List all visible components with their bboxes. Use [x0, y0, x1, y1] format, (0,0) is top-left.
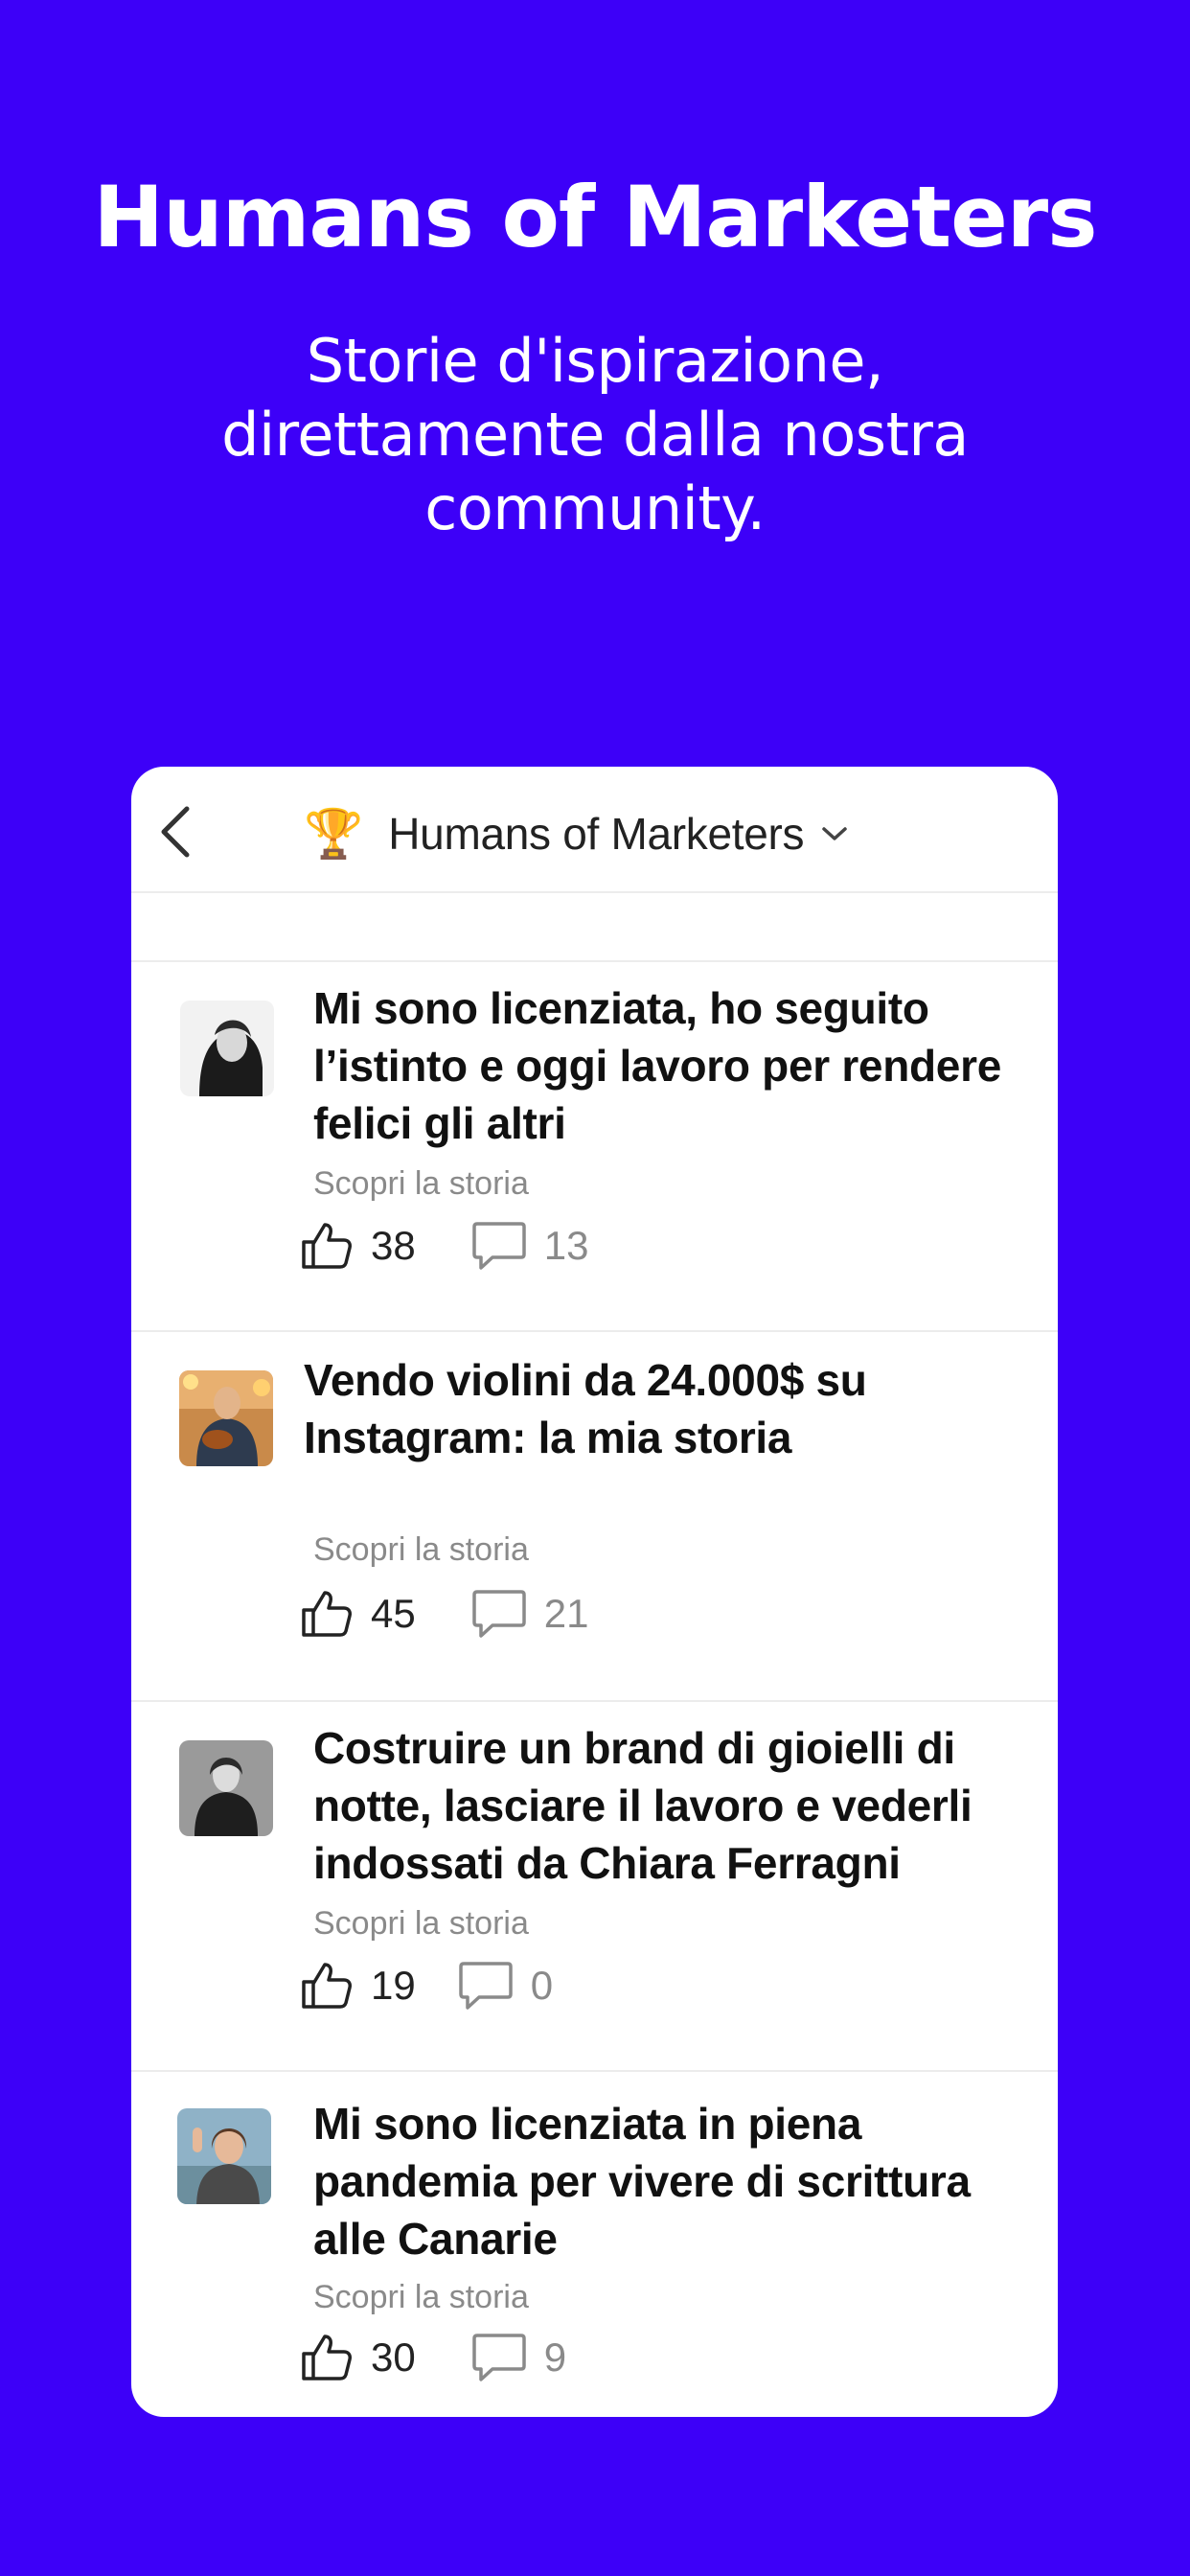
divider: [131, 891, 1058, 893]
like-count: 19: [371, 1963, 416, 2008]
hero-title: Humans of Marketers: [93, 168, 1097, 266]
thumbs-up-icon: [302, 1963, 352, 2009]
story-link[interactable]: Scopri la storia: [313, 1531, 529, 1569]
like-button[interactable]: 45: [300, 1589, 416, 1639]
comment-icon: [471, 1590, 526, 1638]
story-title[interactable]: Vendo violini da 24.000$ su Instagram: l…: [304, 1351, 1013, 1466]
like-count: 45: [371, 1591, 416, 1636]
story-item[interactable]: Costruire un brand di gioielli di notte,…: [131, 1702, 1058, 2070]
comment-count: 21: [543, 1591, 589, 1636]
comment-icon: [458, 1962, 513, 2010]
avatar: [177, 2108, 271, 2204]
thumbs-up-icon: [302, 1223, 352, 1269]
story-item[interactable]: Mi sono licenziata in piena pandemia per…: [131, 2072, 1058, 2417]
comment-icon: [471, 1222, 526, 1270]
like-count: 38: [371, 1223, 416, 1268]
thumbs-up-icon: [302, 2334, 352, 2380]
like-count: 30: [371, 2334, 416, 2380]
like-button[interactable]: 19: [300, 1961, 416, 2011]
like-button[interactable]: 38: [300, 1221, 416, 1271]
story-link[interactable]: Scopri la storia: [313, 1905, 529, 1943]
story-reactions: 30 9: [300, 2329, 566, 2386]
avatar: [180, 1000, 274, 1096]
comment-count: 9: [543, 2334, 567, 2380]
story-title[interactable]: Costruire un brand di gioielli di notte,…: [313, 1719, 1022, 1892]
story-reactions: 45 21: [300, 1585, 588, 1643]
story-title[interactable]: Mi sono licenziata in piena pandemia per…: [313, 2095, 1022, 2267]
story-reactions: 19 0: [300, 1957, 553, 2014]
back-button[interactable]: [149, 803, 200, 861]
thumbs-up-icon: [302, 1591, 352, 1637]
story-link[interactable]: Scopri la storia: [313, 2279, 529, 2316]
comment-count: 0: [530, 1963, 554, 2008]
comment-count: 13: [543, 1223, 589, 1268]
comment-icon: [471, 2334, 526, 2381]
story-item[interactable]: Mi sono licenziata, ho seguito l’istinto…: [131, 962, 1058, 1330]
nav-header: 🏆 Humans of Marketers: [131, 767, 1058, 891]
comment-button[interactable]: 21: [471, 1588, 589, 1640]
trophy-icon: 🏆: [304, 806, 364, 862]
chevron-down-icon: [821, 825, 848, 842]
channel-title: Humans of Marketers: [388, 809, 805, 859]
comment-button[interactable]: 13: [471, 1220, 589, 1272]
comment-button[interactable]: 0: [458, 1960, 553, 2012]
comment-button[interactable]: 9: [471, 2332, 566, 2383]
avatar: [179, 1740, 273, 1836]
story-link[interactable]: Scopri la storia: [313, 1165, 529, 1203]
hero-subtitle: Storie d'ispirazione, direttamente dalla…: [221, 326, 969, 543]
channel-selector[interactable]: 🏆 Humans of Marketers: [304, 805, 848, 862]
story-reactions: 38 13: [300, 1217, 588, 1275]
chevron-left-icon: [161, 806, 190, 858]
app-screen-card: 🏆 Humans of Marketers Mi sono licenziata…: [131, 767, 1058, 2417]
like-button[interactable]: 30: [300, 2333, 416, 2382]
story-item[interactable]: Vendo violini da 24.000$ su Instagram: l…: [131, 1332, 1058, 1700]
avatar: [179, 1370, 273, 1466]
story-title[interactable]: Mi sono licenziata, ho seguito l’istinto…: [313, 979, 1022, 1152]
